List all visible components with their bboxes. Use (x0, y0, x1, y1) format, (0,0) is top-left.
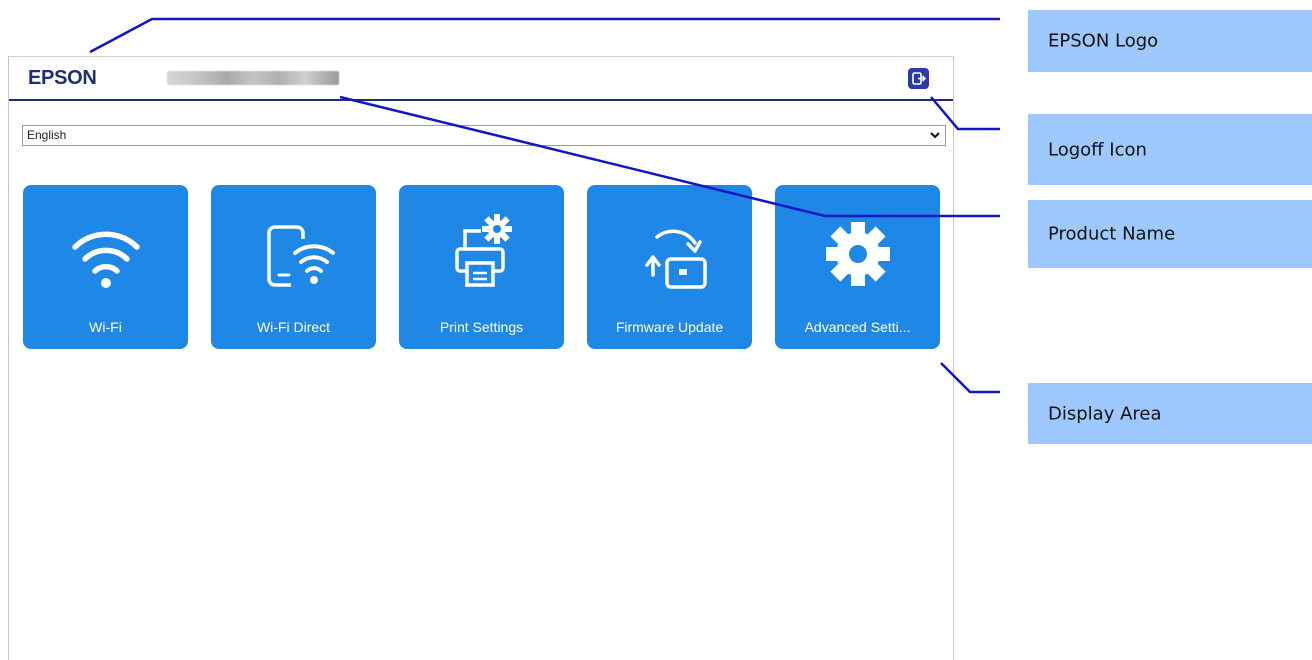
callout-epson-logo: EPSON Logo (1028, 10, 1312, 72)
tile-label: Wi-Fi Direct (256, 319, 331, 335)
annotated-screenshot: EPSON English Wi-Fi Wi-Fi Direct Print S… (0, 0, 1312, 660)
callout-label: EPSON Logo (1048, 30, 1159, 52)
tile-label: Firmware Update (615, 319, 724, 335)
product-name (167, 71, 339, 85)
chevron-down-icon (930, 132, 940, 139)
epson-logo: EPSON (28, 67, 97, 89)
callout-label: Display Area (1048, 403, 1162, 424)
callout-logoff-icon: Logoff Icon (1028, 114, 1312, 185)
header-bar: EPSON (9, 57, 953, 101)
tile-label: Print Settings (439, 319, 524, 335)
printer-settings-icon (454, 214, 512, 287)
language-select[interactable]: English (22, 125, 946, 146)
tile-firmware-update[interactable]: Firmware Update (587, 185, 752, 349)
tile-advanced-settings[interactable]: Advanced Setti... (775, 185, 940, 349)
tile-wifi[interactable]: Wi-Fi (23, 185, 188, 349)
wifi-icon (71, 231, 140, 288)
logoff-button[interactable] (908, 68, 929, 89)
callout-display-area: Display Area (1028, 383, 1312, 444)
callout-label: Logoff Icon (1048, 139, 1147, 160)
tile-label: Advanced Setti... (804, 319, 911, 335)
callout-product-name: Product Name (1028, 200, 1312, 268)
firmware-update-icon (644, 229, 707, 289)
logoff-icon (912, 72, 927, 85)
tile-print-settings[interactable]: Print Settings (399, 185, 564, 349)
tile-wifi-direct[interactable]: Wi-Fi Direct (211, 185, 376, 349)
wifi-direct-icon (266, 225, 335, 287)
leader-epson-logo (89, 17, 1000, 54)
language-selected-value: English (27, 128, 67, 142)
gear-icon (825, 222, 890, 286)
web-config-window: EPSON English Wi-Fi Wi-Fi Direct Print S… (8, 56, 954, 660)
tile-label: Wi-Fi (89, 319, 122, 335)
callout-label: Product Name (1048, 223, 1176, 245)
